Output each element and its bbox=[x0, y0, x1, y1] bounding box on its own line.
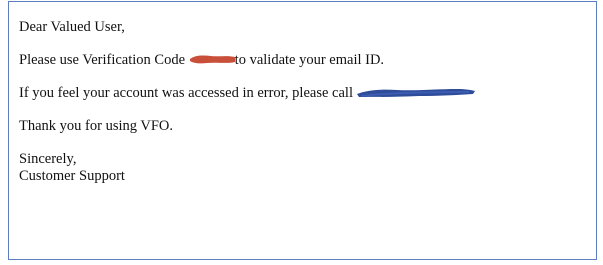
blue-redaction-mark-icon bbox=[356, 89, 475, 97]
greeting-line: Dear Valued User, bbox=[19, 19, 125, 35]
redacted-phone-number bbox=[356, 85, 475, 97]
verification-text-before: Please use Verification Code bbox=[19, 52, 189, 68]
account-error-text: If you feel your account was accessed in… bbox=[19, 85, 357, 101]
signature-line: Customer Support bbox=[19, 168, 125, 184]
email-body: Dear Valued User, Please use Verificatio… bbox=[19, 19, 586, 185]
closing-line: Sincerely, bbox=[19, 151, 77, 167]
signature-block: Sincerely, Customer Support bbox=[19, 151, 586, 185]
verification-line: Please use Verification Code to validate… bbox=[19, 52, 586, 69]
verification-text-after: to validate your email ID. bbox=[234, 52, 385, 68]
email-message-frame: Dear Valued User, Please use Verificatio… bbox=[8, 1, 597, 260]
thank-you-line: Thank you for using VFO. bbox=[19, 118, 173, 134]
red-redaction-mark-icon bbox=[189, 55, 235, 64]
account-error-line: If you feel your account was accessed in… bbox=[19, 85, 586, 102]
redacted-verification-code bbox=[189, 52, 235, 64]
